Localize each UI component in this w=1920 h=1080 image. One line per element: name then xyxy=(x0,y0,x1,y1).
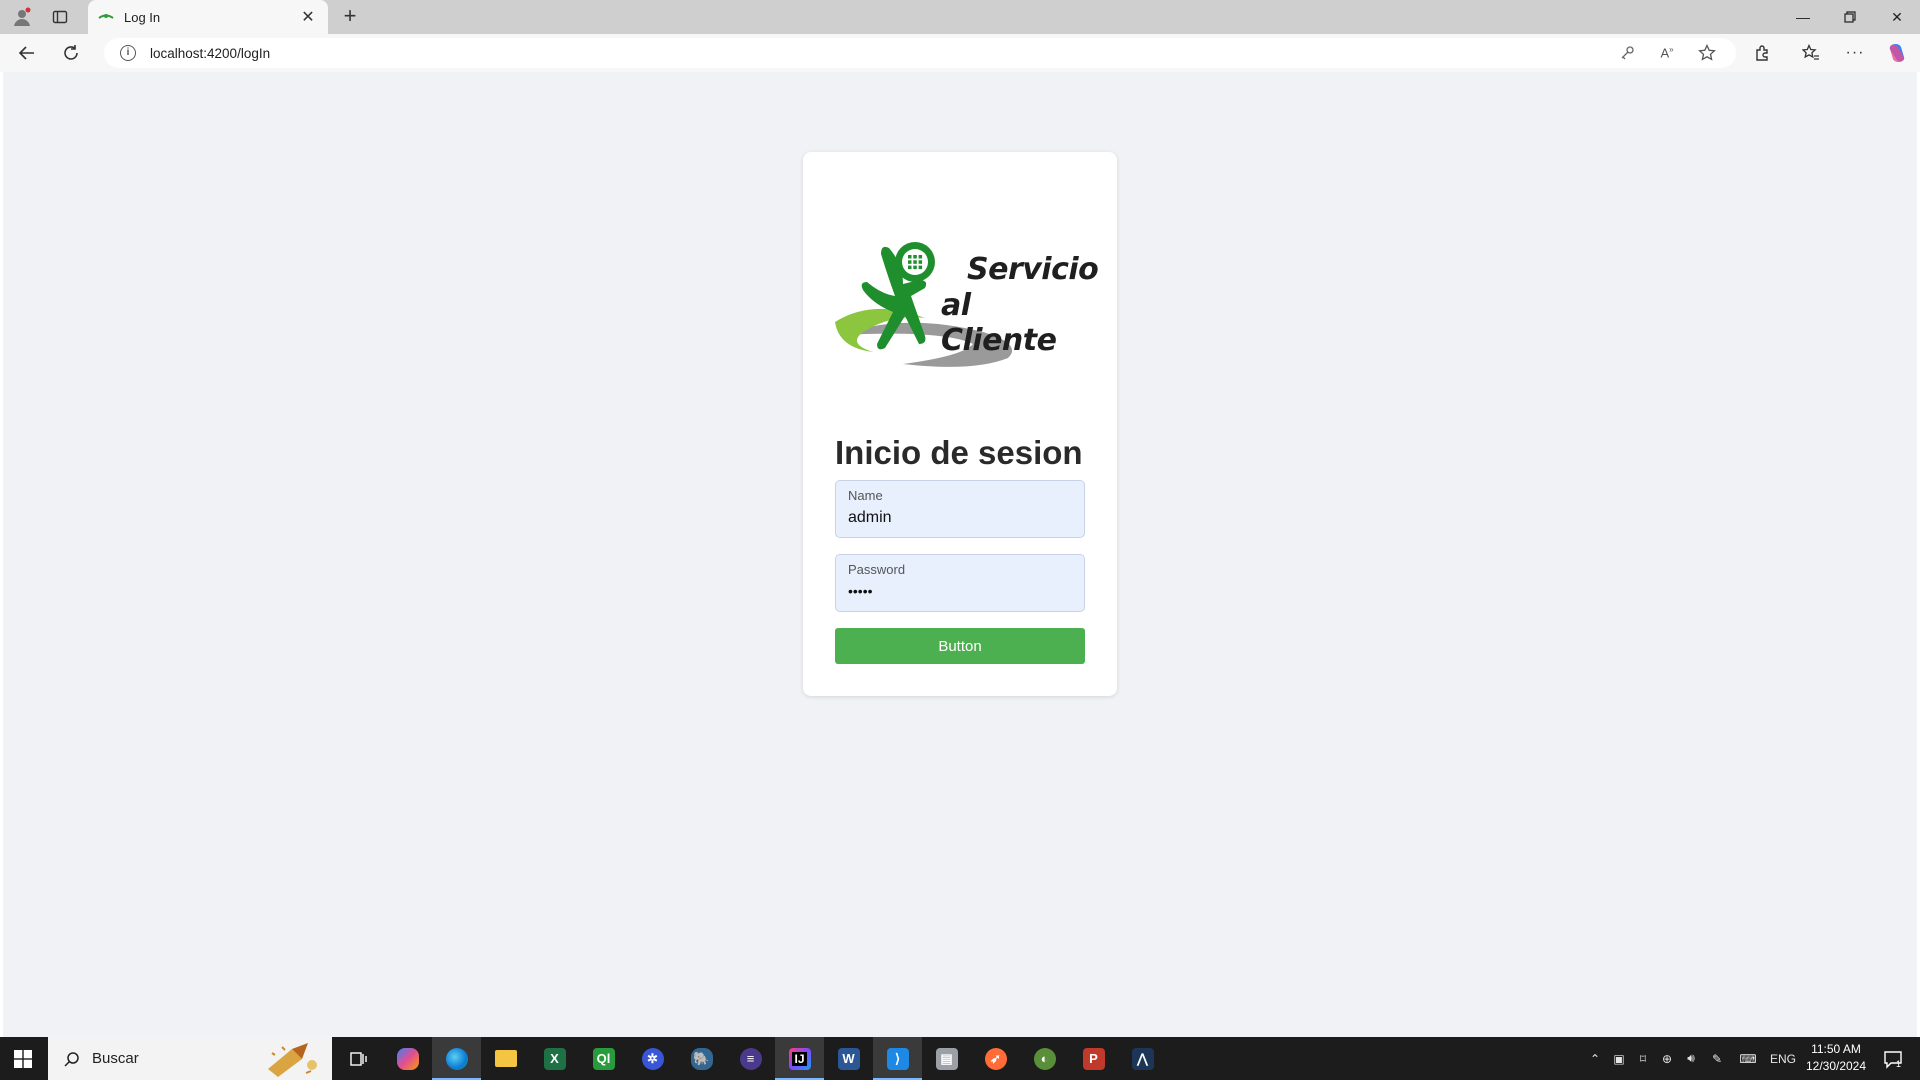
back-arrow-icon[interactable] xyxy=(14,41,40,65)
green-app-icon[interactable]: ◐ xyxy=(1020,1037,1069,1080)
favorites-icon[interactable] xyxy=(1798,41,1824,65)
login-button[interactable]: Button xyxy=(835,628,1085,664)
windows-start-icon[interactable] xyxy=(0,1037,46,1080)
globe-icon[interactable]: ⊕ xyxy=(1656,1037,1678,1080)
reload-icon[interactable] xyxy=(58,41,84,65)
meeting-icon[interactable]: ▣ xyxy=(1608,1037,1630,1080)
keyboard-icon[interactable]: ⌨ xyxy=(1736,1037,1760,1080)
tab-login[interactable]: Log In ✕ xyxy=(88,0,328,34)
pen-icon[interactable]: ✎ xyxy=(1706,1037,1728,1080)
intellij-icon[interactable]: IJ xyxy=(775,1037,824,1080)
password-label: Password xyxy=(848,562,906,577)
presentation-app-icon[interactable]: P xyxy=(1069,1037,1118,1080)
clock[interactable]: 11:50 AM 12/30/2024 xyxy=(1800,1041,1872,1075)
excel-icon[interactable]: X xyxy=(530,1037,579,1080)
tab-title: Log In xyxy=(124,9,161,25)
postgresql-icon[interactable]: 🐘 xyxy=(677,1037,726,1080)
copilot-icon[interactable] xyxy=(1884,41,1910,65)
login-heading: Inicio de sesion xyxy=(835,434,1083,471)
servicio-al-cliente-logo: Servicio al Cliente xyxy=(833,240,1099,372)
eclipse-icon[interactable]: ≡ xyxy=(726,1037,775,1080)
vscode-icon[interactable]: ⟩ xyxy=(873,1037,922,1080)
notification-icon[interactable]: 1 xyxy=(1876,1037,1910,1080)
windows-taskbar: Buscar X Ql ✲ 🐘 ≡ IJ W ⟩ ▤ ➶ ◐ P ⋀ ⌃ ▣ ⌑… xyxy=(0,1037,1920,1080)
language-indicator[interactable]: ENG xyxy=(1766,1037,1800,1080)
login-card: Servicio al Cliente Inicio de sesion Nam… xyxy=(803,152,1117,696)
volume-icon[interactable]: 🔊︎ xyxy=(1680,1037,1702,1080)
minimize-icon[interactable]: — xyxy=(1780,0,1826,34)
clock-date: 12/30/2024 xyxy=(1805,1059,1867,1073)
page-viewport: Servicio al Cliente Inicio de sesion Nam… xyxy=(3,72,1917,1037)
password-value[interactable]: ••••• xyxy=(848,583,873,599)
more-icon[interactable]: ··· xyxy=(1842,41,1868,65)
url-text[interactable]: localhost:4200/logIn xyxy=(150,46,270,61)
logo-text-line2: al Cliente xyxy=(941,288,1057,358)
tag-icon[interactable]: ⌑ xyxy=(1632,1037,1654,1080)
copilot-app-icon[interactable] xyxy=(383,1037,432,1080)
edge-app-icon[interactable] xyxy=(432,1037,481,1080)
clock-time: 11:50 AM xyxy=(1811,1042,1861,1056)
browser-titlebar: Log In ✕ + — ✕ xyxy=(0,0,1920,34)
word-icon[interactable]: W xyxy=(824,1037,873,1080)
network-app-icon[interactable]: ✲ xyxy=(628,1037,677,1080)
search-highlight-icon xyxy=(268,1043,317,1077)
restore-icon[interactable] xyxy=(1827,0,1873,34)
name-label: Name xyxy=(848,488,883,503)
name-value[interactable]: admin xyxy=(848,509,892,527)
puzzle-icon[interactable] xyxy=(1750,41,1776,65)
task-view-icon[interactable] xyxy=(334,1037,383,1080)
postman-icon[interactable]: ➶ xyxy=(971,1037,1020,1080)
password-field[interactable]: Password ••••• xyxy=(835,554,1085,612)
chevron-up-icon[interactable]: ⌃ xyxy=(1584,1037,1606,1080)
search-icon xyxy=(64,1051,79,1067)
dark-app-icon[interactable]: ⋀ xyxy=(1118,1037,1167,1080)
close-tab-icon[interactable]: ✕ xyxy=(298,7,318,27)
close-window-icon[interactable]: ✕ xyxy=(1874,0,1920,34)
db-tool-icon[interactable]: ▤ xyxy=(922,1037,971,1080)
read-aloud-icon[interactable]: A» xyxy=(1652,38,1682,68)
file-explorer-icon[interactable] xyxy=(481,1037,530,1080)
info-icon[interactable]: i xyxy=(120,45,136,61)
url-field[interactable]: i localhost:4200/logIn A» xyxy=(104,38,1736,68)
address-bar-row: i localhost:4200/logIn A» ··· xyxy=(0,34,1920,72)
profile-icon[interactable] xyxy=(5,5,39,29)
new-tab-icon[interactable]: + xyxy=(338,5,362,29)
key-icon[interactable] xyxy=(1612,38,1642,68)
taskbar-search[interactable]: Buscar xyxy=(48,1037,332,1080)
name-field[interactable]: Name admin xyxy=(835,480,1085,538)
notification-count: 1 xyxy=(1896,1059,1902,1069)
logo-text-line1: Servicio xyxy=(967,252,1099,287)
tab-actions-icon[interactable] xyxy=(43,5,77,29)
search-placeholder: Buscar xyxy=(92,1050,139,1067)
star-icon[interactable] xyxy=(1692,38,1722,68)
qlik-icon[interactable]: Ql xyxy=(579,1037,628,1080)
site-favicon-icon xyxy=(98,14,114,19)
